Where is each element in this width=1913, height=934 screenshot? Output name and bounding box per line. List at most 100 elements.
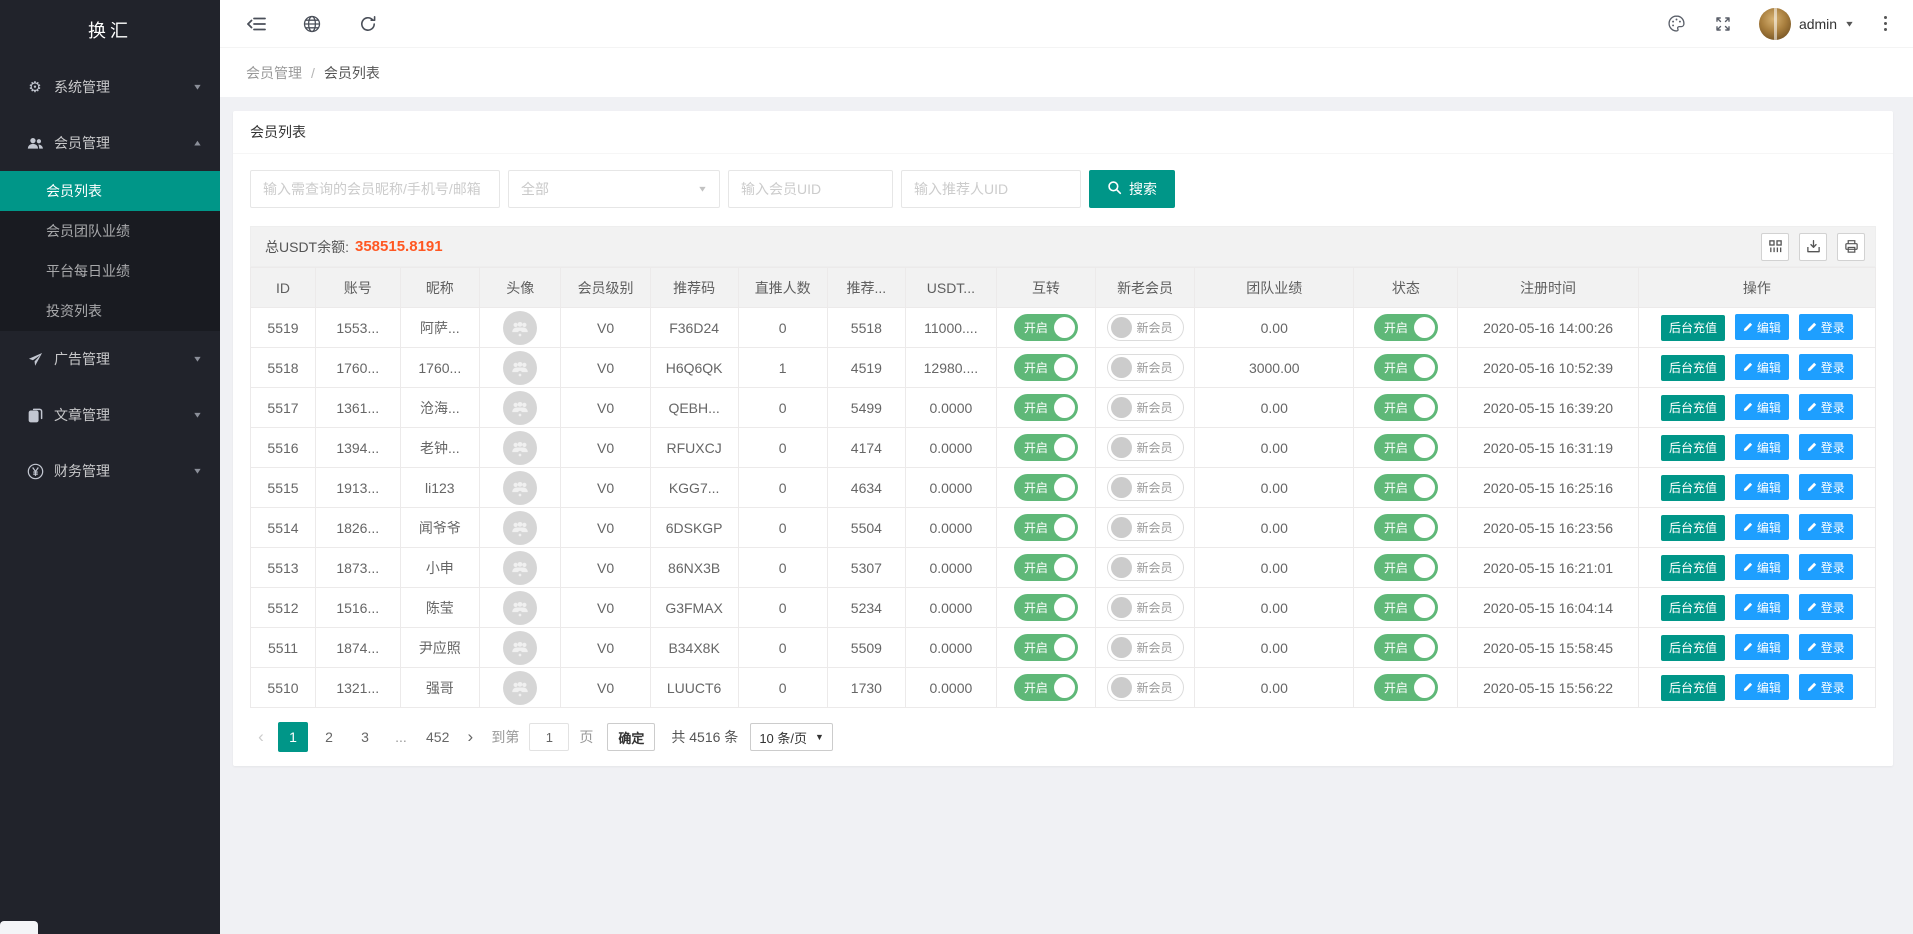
member-type-toggle[interactable]: 新会员 — [1107, 634, 1184, 661]
edit-button[interactable]: 编辑 — [1735, 434, 1789, 460]
edit-button[interactable]: 编辑 — [1735, 554, 1789, 580]
page-size-select[interactable]: 10 条/页 ▼ — [750, 723, 833, 751]
edit-button[interactable]: 编辑 — [1735, 634, 1789, 660]
status-toggle[interactable]: 开启 — [1374, 594, 1438, 621]
transfer-toggle[interactable]: 开启 — [1014, 514, 1078, 541]
member-type-toggle[interactable]: 新会员 — [1107, 394, 1184, 421]
user-menu[interactable]: admin ▼ — [1759, 8, 1854, 40]
login-as-button[interactable]: 登录 — [1799, 474, 1853, 500]
sidebar-item-articles[interactable]: 文章管理 ▼ — [0, 387, 220, 443]
next-page-icon[interactable]: › — [459, 727, 481, 747]
member-type-toggle[interactable]: 新会员 — [1107, 514, 1184, 541]
sidebar-item-daily-performance[interactable]: 平台每日业绩 — [0, 251, 220, 291]
recharge-button[interactable]: 后台充值 — [1661, 315, 1725, 341]
more-options-icon[interactable] — [1880, 14, 1891, 33]
login-as-button[interactable]: 登录 — [1799, 674, 1853, 700]
member-uid-input[interactable] — [728, 170, 893, 208]
sidebar-item-team-performance[interactable]: 会员团队业绩 — [0, 211, 220, 251]
status-toggle[interactable]: 开启 — [1374, 674, 1438, 701]
page-number[interactable]: 1 — [278, 722, 308, 752]
edit-button[interactable]: 编辑 — [1735, 354, 1789, 380]
status-toggle[interactable]: 开启 — [1374, 434, 1438, 461]
sidebar-item-ads[interactable]: 广告管理 ▼ — [0, 331, 220, 387]
recharge-button[interactable]: 后台充值 — [1661, 475, 1725, 501]
sidebar-item-member-list[interactable]: 会员列表 — [0, 171, 220, 211]
goto-page-input[interactable] — [529, 723, 569, 751]
login-as-button[interactable]: 登录 — [1799, 394, 1853, 420]
member-type-toggle[interactable]: 新会员 — [1107, 594, 1184, 621]
member-type-toggle[interactable]: 新会员 — [1107, 354, 1184, 381]
recharge-button[interactable]: 后台充值 — [1661, 355, 1725, 381]
edit-button[interactable]: 编辑 — [1735, 594, 1789, 620]
sidebar-item-system[interactable]: ⚙ 系统管理 ▼ — [0, 59, 220, 115]
recharge-button[interactable]: 后台充值 — [1661, 435, 1725, 461]
member-type-toggle[interactable]: 新会员 — [1107, 474, 1184, 501]
toggle-knob — [1111, 597, 1132, 618]
status-toggle[interactable]: 开启 — [1374, 354, 1438, 381]
recharge-button[interactable]: 后台充值 — [1661, 675, 1725, 701]
export-button[interactable] — [1799, 233, 1827, 261]
transfer-toggle[interactable]: 开启 — [1014, 474, 1078, 501]
login-as-button[interactable]: 登录 — [1799, 554, 1853, 580]
status-toggle[interactable]: 开启 — [1374, 554, 1438, 581]
page-number[interactable]: 2 — [314, 722, 344, 752]
columns-filter-button[interactable] — [1761, 233, 1789, 261]
edit-button[interactable]: 编辑 — [1735, 474, 1789, 500]
transfer-toggle[interactable]: 开启 — [1014, 354, 1078, 381]
recharge-button[interactable]: 后台充值 — [1661, 395, 1725, 421]
transfer-toggle[interactable]: 开启 — [1014, 554, 1078, 581]
refresh-icon[interactable] — [358, 14, 378, 34]
status-toggle[interactable]: 开启 — [1374, 514, 1438, 541]
status-toggle[interactable]: 开启 — [1374, 394, 1438, 421]
cell-avatar — [480, 308, 561, 348]
transfer-toggle[interactable]: 开启 — [1014, 634, 1078, 661]
search-button[interactable]: 搜索 — [1089, 170, 1175, 208]
sidebar-item-finance[interactable]: 财务管理 ▼ — [0, 443, 220, 499]
prev-page-icon[interactable]: ‹ — [250, 727, 272, 747]
recharge-button[interactable]: 后台充值 — [1661, 555, 1725, 581]
transfer-toggle[interactable]: 开启 — [1014, 674, 1078, 701]
recharge-button[interactable]: 后台充值 — [1661, 515, 1725, 541]
status-toggle[interactable]: 开启 — [1374, 314, 1438, 341]
page-number[interactable]: 3 — [350, 722, 380, 752]
breadcrumb-parent[interactable]: 会员管理 — [246, 63, 302, 83]
sidebar-item-members[interactable]: 会员管理 ▲ — [0, 115, 220, 171]
member-type-toggle[interactable]: 新会员 — [1107, 314, 1184, 341]
recharge-button[interactable]: 后台充值 — [1661, 595, 1725, 621]
login-as-button[interactable]: 登录 — [1799, 514, 1853, 540]
cell-status: 开启 — [1354, 388, 1458, 428]
transfer-toggle[interactable]: 开启 — [1014, 314, 1078, 341]
print-button[interactable] — [1837, 233, 1865, 261]
login-as-button[interactable]: 登录 — [1799, 354, 1853, 380]
login-as-button[interactable]: 登录 — [1799, 434, 1853, 460]
login-as-button[interactable]: 登录 — [1799, 594, 1853, 620]
globe-icon[interactable] — [302, 14, 322, 34]
status-toggle[interactable]: 开启 — [1374, 474, 1438, 501]
edit-button[interactable]: 编辑 — [1735, 674, 1789, 700]
member-type-toggle[interactable]: 新会员 — [1107, 554, 1184, 581]
recharge-button[interactable]: 后台充值 — [1661, 635, 1725, 661]
keyword-input[interactable] — [250, 170, 500, 208]
usdt-balance-label: 总USDT余额: — [265, 237, 349, 257]
sidebar-item-investment-list[interactable]: 投资列表 — [0, 291, 220, 331]
transfer-toggle[interactable]: 开启 — [1014, 594, 1078, 621]
edit-button[interactable]: 编辑 — [1735, 514, 1789, 540]
transfer-toggle[interactable]: 开启 — [1014, 394, 1078, 421]
transfer-toggle[interactable]: 开启 — [1014, 434, 1078, 461]
cell-team-performance: 0.00 — [1195, 628, 1354, 668]
collapse-menu-icon[interactable] — [246, 14, 266, 34]
login-as-button[interactable]: 登录 — [1799, 314, 1853, 340]
status-toggle[interactable]: 开启 — [1374, 634, 1438, 661]
edit-button[interactable]: 编辑 — [1735, 394, 1789, 420]
edit-button[interactable]: 编辑 — [1735, 314, 1789, 340]
cell-avatar — [480, 348, 561, 388]
page-number[interactable]: 452 — [422, 722, 453, 752]
referrer-uid-input[interactable] — [901, 170, 1081, 208]
type-select[interactable]: 全部 ▼ — [508, 170, 720, 208]
member-type-toggle[interactable]: 新会员 — [1107, 434, 1184, 461]
confirm-button[interactable]: 确定 — [607, 723, 655, 751]
member-type-toggle[interactable]: 新会员 — [1107, 674, 1184, 701]
fullscreen-icon[interactable] — [1713, 14, 1733, 34]
login-as-button[interactable]: 登录 — [1799, 634, 1853, 660]
theme-palette-icon[interactable] — [1667, 14, 1687, 34]
